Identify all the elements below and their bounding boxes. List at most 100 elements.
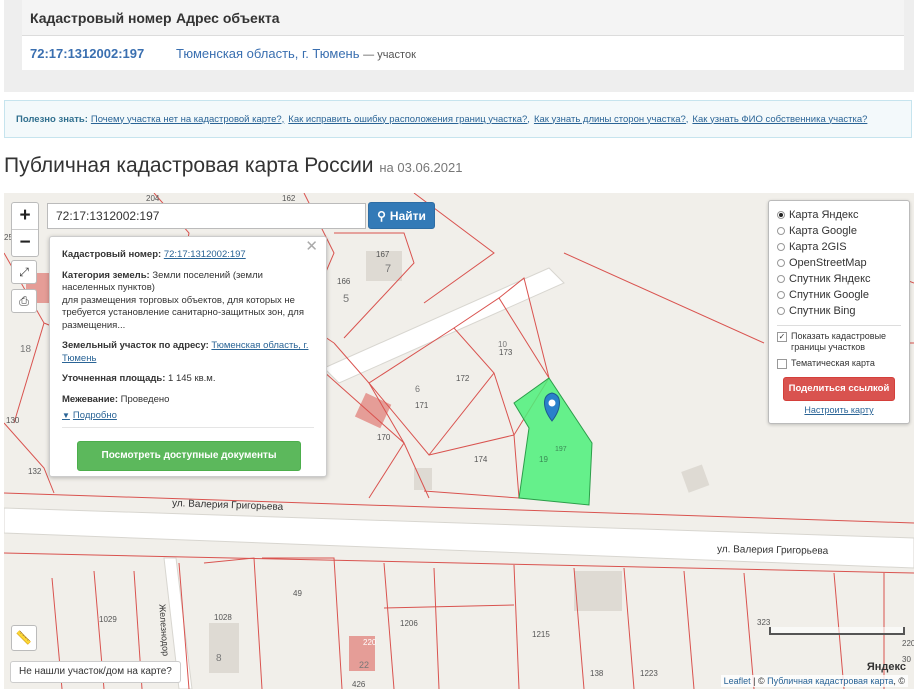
page-title-date: на 03.06.2021 bbox=[379, 160, 463, 175]
parcel-address-label: Земельный участок по адресу: bbox=[62, 340, 209, 351]
checkbox[interactable] bbox=[777, 359, 787, 369]
parcel-label: 132 bbox=[28, 467, 42, 476]
zoom-control: + − bbox=[11, 202, 39, 257]
land-category-label: Категория земель: bbox=[62, 269, 150, 281]
layer-label: Спутник Яндекс bbox=[789, 273, 871, 285]
fullscreen-button[interactable]: ⤢ bbox=[11, 260, 37, 284]
layer-option-yandex-satellite[interactable]: Спутник Яндекс bbox=[777, 271, 901, 287]
checkbox-checked[interactable]: ✓ bbox=[777, 332, 787, 342]
layer-label: Спутник Google bbox=[789, 289, 869, 301]
parcel-label: 220 bbox=[902, 639, 914, 648]
layer-option-google-map[interactable]: Карта Google bbox=[777, 223, 901, 239]
parcel-info-popup: ✕ Кадастровый номер: 72:17:1312002:197 К… bbox=[49, 236, 327, 477]
useful-link-missing[interactable]: Почему участка нет на кадастровой карте?… bbox=[91, 114, 284, 125]
page-title: Публичная кадастровая карта России на 03… bbox=[4, 154, 462, 178]
building bbox=[681, 464, 710, 493]
parcel-label: 172 bbox=[456, 374, 470, 383]
attribution-tail: , © bbox=[893, 676, 905, 686]
useful-link-owner[interactable]: Как узнать ФИО собственника участка? bbox=[692, 114, 867, 125]
radio[interactable] bbox=[777, 243, 785, 251]
building bbox=[354, 392, 392, 429]
scale-bar bbox=[769, 627, 905, 635]
radio[interactable] bbox=[777, 259, 785, 267]
radio[interactable] bbox=[777, 307, 785, 315]
leaflet-link[interactable]: Leaflet bbox=[724, 676, 751, 686]
parcel-label: 5 bbox=[343, 293, 350, 305]
column-header-address: Адрес объекта bbox=[176, 9, 280, 26]
divider bbox=[777, 325, 901, 326]
zoom-out-button[interactable]: − bbox=[12, 229, 38, 256]
result-cadastral-number-link[interactable]: 72:17:1312002:197 bbox=[22, 46, 176, 61]
results-table-header: Кадастровый номер Адрес объекта bbox=[22, 0, 904, 36]
layer-option-yandex-map[interactable]: Карта Яндекс bbox=[777, 207, 901, 223]
popup-divider bbox=[62, 426, 314, 428]
useful-info-bar: Полезно знать: Почему участка нет на кад… bbox=[4, 100, 912, 138]
table-row[interactable]: 72:17:1312002:197 Тюменская область, г. … bbox=[22, 36, 904, 70]
caret-down-icon: ▼ bbox=[62, 411, 70, 420]
close-icon[interactable]: ✕ bbox=[305, 239, 318, 253]
street-label: ул. Валерия Григорьева bbox=[716, 544, 829, 557]
radio[interactable] bbox=[777, 227, 785, 235]
parcel-label: 426 bbox=[352, 680, 366, 689]
search-icon: ⚲ bbox=[377, 208, 386, 223]
parcel-label: 1029 bbox=[99, 615, 117, 624]
not-found-button[interactable]: Не нашли участок/дом на карте? bbox=[10, 661, 181, 683]
road-main bbox=[4, 507, 914, 569]
zoom-in-button[interactable]: + bbox=[12, 203, 38, 229]
survey-value: Проведено bbox=[120, 393, 170, 405]
layer-label: Карта Яндекс bbox=[789, 209, 859, 221]
layer-label: OpenStreetMap bbox=[789, 257, 867, 269]
parcel-label: 166 bbox=[337, 277, 351, 286]
layer-option-bing-satellite[interactable]: Спутник Bing bbox=[777, 303, 901, 319]
parcel-label: 1223 bbox=[640, 669, 658, 678]
parcel-label: 162 bbox=[282, 194, 296, 203]
pkk-link[interactable]: Публичная кадастровая карта bbox=[767, 676, 893, 686]
parcel-label: 197 bbox=[555, 446, 567, 453]
result-address-link[interactable]: Тюменская область, г. Тюмень bbox=[176, 46, 360, 61]
print-button[interactable]: ⎙ bbox=[11, 289, 37, 313]
layer-option-2gis[interactable]: Карта 2GIS bbox=[777, 239, 901, 255]
map-attribution: Leaflet | © Публичная кадастровая карта,… bbox=[720, 675, 908, 687]
survey-label: Межевание: bbox=[62, 393, 118, 405]
yandex-logo-text: Яндекс bbox=[866, 661, 906, 673]
useful-link-fix-error[interactable]: Как исправить ошибку расположения границ… bbox=[288, 114, 530, 125]
details-label: Подробно bbox=[72, 410, 117, 421]
cadastral-borders-checkbox[interactable]: ✓ Показать кадастровые границы участков bbox=[777, 331, 901, 353]
layer-option-osm[interactable]: OpenStreetMap bbox=[777, 255, 901, 271]
radio[interactable] bbox=[777, 275, 785, 283]
layer-label: Спутник Bing bbox=[789, 305, 856, 317]
share-link-button[interactable]: Поделиться ссылкой bbox=[783, 377, 895, 401]
page-title-text: Публичная кадастровая карта России bbox=[4, 154, 374, 177]
parcel-label: 7 bbox=[385, 263, 392, 275]
land-use-value: для размещения торговых объектов, для ко… bbox=[62, 294, 304, 331]
cad-number-label: Кадастровый номер: bbox=[62, 249, 162, 260]
thematic-map-checkbox[interactable]: Тематическая карта bbox=[777, 358, 901, 369]
parcel-label: 170 bbox=[377, 433, 391, 442]
area-label: Уточненная площадь: bbox=[62, 373, 166, 384]
parcel-label: 173 bbox=[499, 348, 513, 357]
layers-panel: Карта Яндекс Карта Google Карта 2GIS Ope… bbox=[768, 200, 910, 424]
building bbox=[209, 623, 239, 673]
parcel-label: 174 bbox=[474, 455, 488, 464]
radio[interactable] bbox=[777, 291, 785, 299]
cad-number-link[interactable]: 72:17:1312002:197 bbox=[164, 249, 246, 260]
details-toggle[interactable]: ▼ Подробно bbox=[62, 410, 117, 423]
view-documents-button[interactable]: Посмотреть доступные документы bbox=[77, 441, 301, 471]
parcel-label: 1215 bbox=[532, 630, 550, 639]
cadastral-map[interactable]: 204 162 25 167 7 166 5 18 10 173 172 6 1… bbox=[4, 193, 914, 689]
result-kind: — участок bbox=[363, 48, 416, 61]
parcel-label: 1206 bbox=[400, 619, 418, 628]
expand-icon: ⤢ bbox=[19, 265, 29, 279]
layer-option-google-satellite[interactable]: Спутник Google bbox=[777, 287, 901, 303]
configure-map-link[interactable]: Настроить карту bbox=[777, 405, 901, 415]
yandex-logo[interactable]: Яндекс bbox=[867, 661, 906, 673]
checkbox-label: Показать кадастровые границы участков bbox=[791, 331, 887, 352]
search-button[interactable]: ⚲ Найти bbox=[368, 202, 435, 229]
checkbox-label: Тематическая карта bbox=[791, 358, 875, 368]
parcel-label: 6 bbox=[415, 384, 421, 394]
ruler-button[interactable]: 📏 bbox=[11, 625, 37, 651]
cadastral-search-input[interactable] bbox=[47, 203, 366, 229]
useful-link-side-lengths[interactable]: Как узнать длины сторон участка?, bbox=[534, 114, 688, 125]
layer-label: Карта Google bbox=[789, 225, 857, 237]
radio-selected[interactable] bbox=[777, 211, 785, 219]
